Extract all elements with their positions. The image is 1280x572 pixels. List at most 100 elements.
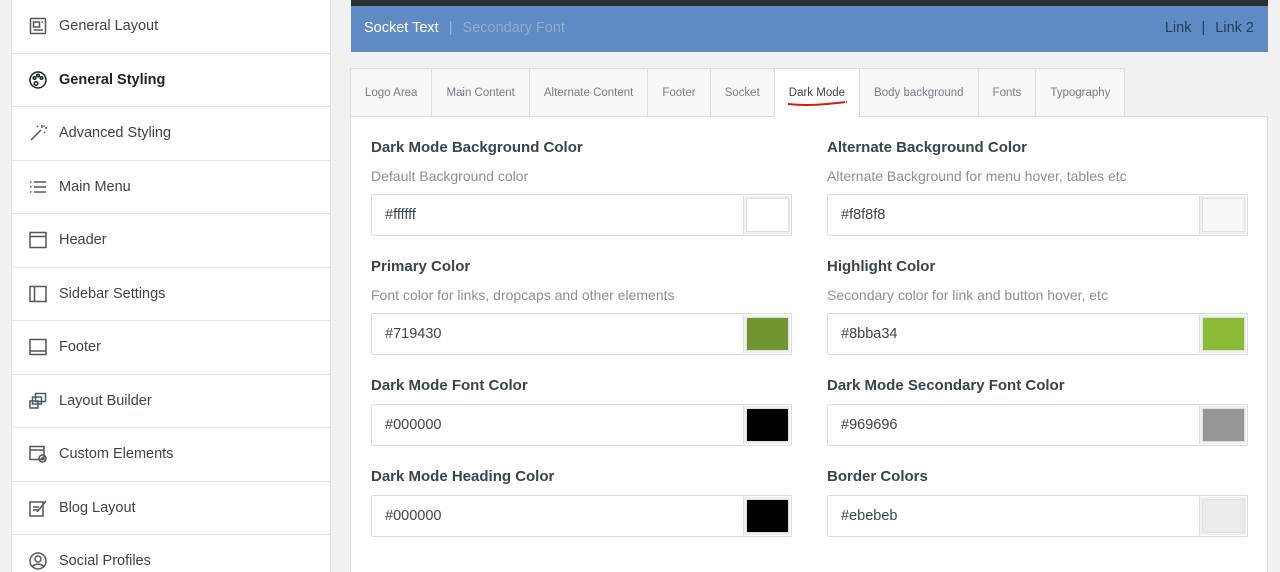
- palette-icon: [28, 70, 48, 90]
- field-title: Dark Mode Font Color: [371, 377, 528, 394]
- tab-body-background[interactable]: Body background: [859, 68, 978, 117]
- edit-icon: [28, 498, 48, 518]
- sidebar-item-general-styling[interactable]: General Styling: [12, 54, 330, 107]
- sidebar-item-label: Social Profiles: [59, 553, 151, 570]
- color-swatch: [745, 198, 789, 232]
- color-picker: [827, 313, 1248, 355]
- options-sidebar: General Layout General Styling Advanced …: [11, 0, 331, 572]
- color-swatch-button[interactable]: [743, 315, 790, 353]
- color-swatch-button[interactable]: [743, 196, 790, 234]
- secondary-font-text: Secondary Font: [462, 20, 565, 36]
- theme-options-page: General Layout General Styling Advanced …: [0, 0, 1280, 572]
- sidebar-item-blog-layout[interactable]: Blog Layout: [12, 482, 330, 535]
- color-swatch: [745, 408, 789, 442]
- preview-link-1[interactable]: Link: [1165, 20, 1192, 36]
- socket-separator: |: [448, 20, 453, 36]
- footer-icon: [28, 337, 48, 357]
- color-picker: [371, 313, 792, 355]
- magic-wand-icon: [28, 123, 48, 143]
- tab-dark-mode[interactable]: Dark Mode: [773, 68, 860, 117]
- color-swatch: [745, 317, 789, 351]
- sidebar-item-footer[interactable]: Footer: [12, 321, 330, 375]
- color-picker: [827, 194, 1248, 236]
- sidebar-item-label: Footer: [59, 339, 101, 356]
- field-description: Alternate Background for menu hover, tab…: [827, 168, 1127, 184]
- link-separator: |: [1201, 20, 1206, 36]
- sidebar-item-layout-builder[interactable]: Layout Builder: [12, 375, 330, 428]
- dark-mode-panel: Dark Mode Background Color Default Backg…: [350, 116, 1268, 572]
- sidebar-item-general-layout[interactable]: General Layout: [12, 0, 330, 54]
- field-title: Dark Mode Heading Color: [371, 468, 555, 485]
- field-description: Font color for links, dropcaps and other…: [371, 287, 675, 303]
- color-picker: [827, 404, 1248, 446]
- socket-preview-bar: Socket Text | Secondary Font Link | Link…: [351, 0, 1268, 52]
- sidebar-item-label: Main Menu: [59, 178, 131, 195]
- color-picker: [371, 194, 792, 236]
- dark-mode-background-field: Dark Mode Background Color Default Backg…: [371, 139, 792, 236]
- field-title: Dark Mode Background Color: [371, 139, 583, 156]
- tab-typography[interactable]: Typography: [1035, 68, 1126, 117]
- color-input[interactable]: [372, 405, 744, 445]
- tab-logo-area[interactable]: Logo Area: [350, 68, 432, 117]
- tab-fonts[interactable]: Fonts: [977, 68, 1036, 117]
- socket-preview-links: Link | Link 2: [1165, 20, 1254, 36]
- sidebar-item-label: Advanced Styling: [59, 125, 172, 142]
- highlight-color-field: Highlight Color Secondary color for link…: [827, 258, 1248, 355]
- field-title: Highlight Color: [827, 258, 936, 275]
- tab-alternate-content[interactable]: Alternate Content: [528, 68, 648, 117]
- color-swatch-button[interactable]: [1199, 406, 1246, 444]
- color-picker: [371, 404, 792, 446]
- dark-mode-heading-color-field: Dark Mode Heading Color: [371, 468, 792, 537]
- color-input[interactable]: [828, 496, 1200, 536]
- color-swatch-button[interactable]: [1199, 497, 1246, 535]
- sidebar-item-advanced-styling[interactable]: Advanced Styling: [12, 107, 330, 161]
- border-colors-field: Border Colors: [827, 468, 1248, 537]
- sidebar-item-label: Blog Layout: [59, 499, 136, 516]
- red-underline-annotation: [787, 101, 847, 106]
- field-title: Dark Mode Secondary Font Color: [827, 377, 1065, 394]
- sidebar-item-label: General Styling: [59, 71, 166, 88]
- sidebar-item-sidebar-settings[interactable]: Sidebar Settings: [12, 268, 330, 321]
- tab-label: Dark Mode: [788, 86, 846, 99]
- color-input[interactable]: [372, 195, 744, 235]
- color-swatch-button[interactable]: [743, 406, 790, 444]
- sidebar-item-label: Custom Elements: [59, 446, 174, 463]
- color-input[interactable]: [828, 405, 1200, 445]
- tab-footer[interactable]: Footer: [647, 68, 710, 117]
- sidebar-item-custom-elements[interactable]: Custom Elements: [12, 428, 330, 482]
- preview-link-2[interactable]: Link 2: [1215, 20, 1254, 36]
- color-picker: [827, 495, 1248, 537]
- tab-socket[interactable]: Socket: [709, 68, 774, 117]
- socket-preview-left: Socket Text | Secondary Font: [364, 20, 565, 36]
- color-swatch-button[interactable]: [1199, 196, 1246, 234]
- custom-elements-icon: [28, 444, 48, 464]
- color-picker: [371, 495, 792, 537]
- sidebar-item-main-menu[interactable]: Main Menu: [12, 161, 330, 214]
- dark-mode-secondary-font-color-field: Dark Mode Secondary Font Color: [827, 377, 1248, 446]
- color-swatch: [745, 499, 789, 533]
- color-swatch: [1201, 317, 1245, 351]
- color-input[interactable]: [372, 314, 744, 354]
- field-description: Default Background color: [371, 168, 529, 184]
- color-swatch: [1201, 499, 1245, 533]
- sidebar-item-label: Layout Builder: [59, 392, 152, 409]
- sidebar-item-label: General Layout: [59, 18, 159, 35]
- tab-main-content[interactable]: Main Content: [431, 68, 529, 117]
- color-swatch-button[interactable]: [1199, 315, 1246, 353]
- styling-tabs: Logo Area Main Content Alternate Content…: [350, 68, 1126, 117]
- dark-mode-font-color-field: Dark Mode Font Color: [371, 377, 792, 446]
- color-input[interactable]: [372, 496, 744, 536]
- layout-icon: [28, 16, 48, 36]
- color-swatch-button[interactable]: [743, 497, 790, 535]
- sidebar-icon: [28, 284, 48, 304]
- layers-icon: [28, 391, 48, 411]
- color-swatch: [1201, 198, 1245, 232]
- color-input[interactable]: [828, 314, 1200, 354]
- color-swatch: [1201, 408, 1245, 442]
- options-main: Socket Text | Secondary Font Link | Link…: [350, 0, 1268, 572]
- field-description: Secondary color for link and button hove…: [827, 287, 1108, 303]
- sidebar-item-header[interactable]: Header: [12, 214, 330, 268]
- sidebar-item-social-profiles[interactable]: Social Profiles: [12, 535, 330, 572]
- list-icon: [28, 177, 48, 197]
- color-input[interactable]: [828, 195, 1200, 235]
